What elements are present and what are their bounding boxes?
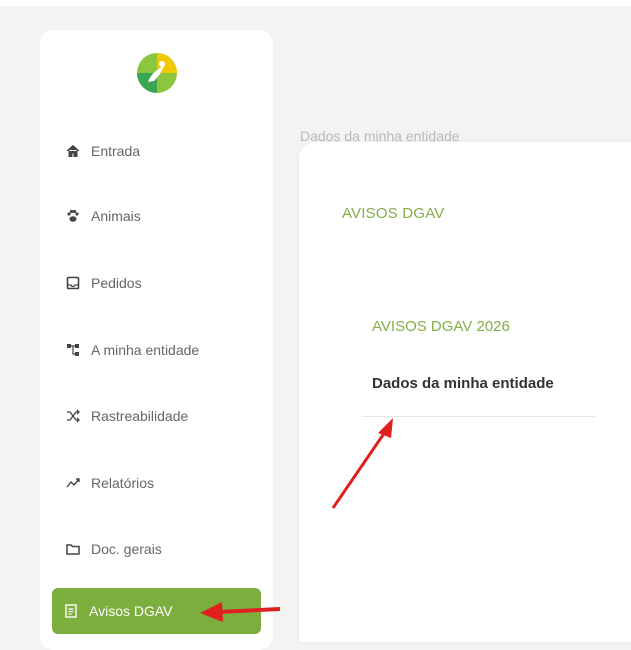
sidebar-item-label: Rastreabilidade bbox=[91, 408, 189, 424]
card-title: AVISOS DGAV bbox=[342, 205, 445, 222]
content-card: AVISOS DGAV AVISOS DGAV 2026 Dados da mi… bbox=[299, 142, 631, 642]
sidebar-item-avisos-dgav[interactable]: Avisos DGAV bbox=[52, 588, 261, 634]
sidebar-item-label: Relatórios bbox=[91, 475, 155, 491]
dados-minha-entidade-link[interactable]: Dados da minha entidade bbox=[372, 375, 554, 392]
sidebar-item-label: Avisos DGAV bbox=[89, 603, 173, 619]
sidebar-item-rastreabilidade[interactable]: Rastreabilidade bbox=[54, 396, 259, 436]
inbox-icon bbox=[65, 275, 81, 291]
sitemap-icon bbox=[65, 342, 81, 358]
shuffle-icon bbox=[65, 408, 81, 424]
sidebar-item-label: Pedidos bbox=[91, 275, 142, 291]
chart-line-icon bbox=[65, 475, 81, 491]
sidebar-item-label: A minha entidade bbox=[91, 342, 200, 358]
sidebar-item-relatorios[interactable]: Relatórios bbox=[54, 463, 259, 503]
sidebar-item-a-minha-entidade[interactable]: A minha entidade bbox=[54, 330, 259, 370]
sidebar-item-label: Entrada bbox=[91, 143, 141, 159]
paw-icon bbox=[65, 208, 81, 224]
folder-icon bbox=[65, 541, 81, 557]
top-bar bbox=[0, 0, 631, 6]
app-logo[interactable] bbox=[136, 52, 178, 94]
sidebar-item-pedidos[interactable]: Pedidos bbox=[54, 263, 259, 303]
sidebar-item-label: Doc. gerais bbox=[91, 541, 162, 557]
divider bbox=[362, 416, 595, 417]
home-icon bbox=[65, 143, 81, 159]
section-title: AVISOS DGAV 2026 bbox=[372, 318, 510, 335]
sidebar-item-animais[interactable]: Animais bbox=[54, 196, 259, 236]
sidebar-item-doc-gerais[interactable]: Doc. gerais bbox=[54, 529, 259, 569]
notice-icon bbox=[63, 603, 79, 619]
sidebar-item-label: Animais bbox=[91, 208, 141, 224]
sidebar: Entrada Animais Pedidos A minha entidade… bbox=[40, 30, 273, 650]
sidebar-item-entrada[interactable]: Entrada bbox=[54, 131, 259, 171]
